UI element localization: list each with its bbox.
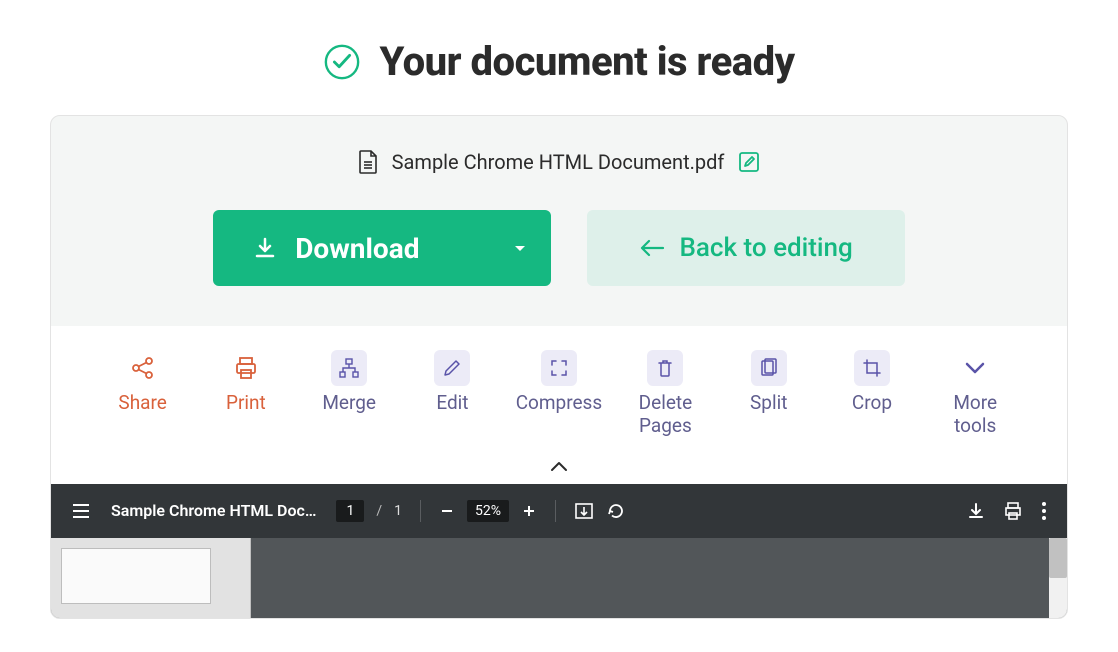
zoom-level[interactable]: 52% [467, 500, 509, 522]
chevron-down-icon [957, 350, 993, 386]
pdf-viewer-body [51, 538, 1067, 618]
page-current-input[interactable]: 1 [336, 500, 364, 522]
page-title: Your document is ready [379, 38, 794, 85]
tool-compress[interactable]: Compress [516, 350, 602, 415]
page-total: 1 [394, 503, 402, 519]
checkmark-circle-icon [323, 43, 361, 81]
tool-print[interactable]: Print [206, 350, 286, 415]
page-thumbnail[interactable] [61, 548, 211, 604]
tool-more[interactable]: More tools [935, 350, 1015, 438]
download-button[interactable]: Download [213, 210, 551, 286]
share-icon [125, 350, 161, 386]
page-separator: / [376, 503, 382, 519]
viewer-download-icon[interactable] [967, 502, 985, 520]
split-icon [751, 350, 787, 386]
tool-edit[interactable]: Edit [412, 350, 492, 415]
menu-icon[interactable] [71, 502, 91, 520]
back-label: Back to editing [679, 233, 852, 263]
scrollbar-thumb[interactable] [1049, 538, 1067, 578]
scrollbar[interactable] [1049, 538, 1067, 618]
tool-share[interactable]: Share [103, 350, 183, 415]
tools-strip: Share Print Merge Edit Compress [51, 326, 1067, 452]
back-to-editing-button[interactable]: Back to editing [587, 210, 904, 286]
print-icon [228, 350, 264, 386]
chevron-up-icon [548, 458, 570, 474]
result-card: Sample Chrome HTML Document.pdf Download… [50, 115, 1068, 619]
arrow-left-icon [639, 237, 665, 259]
compress-icon [541, 350, 577, 386]
thumbnail-panel[interactable] [51, 538, 251, 618]
tool-crop[interactable]: Crop [832, 350, 912, 415]
download-icon [253, 236, 277, 260]
zoom-in-button[interactable] [521, 503, 537, 519]
zoom-out-button[interactable] [439, 503, 455, 519]
viewer-print-icon[interactable] [1003, 501, 1023, 521]
rename-icon[interactable] [738, 151, 760, 173]
fit-page-icon[interactable] [574, 502, 594, 520]
viewer-more-icon[interactable] [1041, 501, 1047, 521]
viewer-doc-title: Sample Chrome HTML Doc… [111, 501, 316, 520]
tool-merge[interactable]: Merge [309, 350, 389, 415]
tool-delete-pages[interactable]: Delete Pages [625, 350, 705, 438]
rotate-icon[interactable] [606, 501, 626, 521]
collapse-toggle[interactable] [51, 452, 1067, 484]
pencil-icon [434, 350, 470, 386]
merge-icon [331, 350, 367, 386]
document-icon [358, 150, 378, 174]
pdf-viewer-toolbar: Sample Chrome HTML Doc… 1 / 1 52% [51, 484, 1067, 538]
download-options-caret[interactable] [489, 241, 551, 255]
file-name: Sample Chrome HTML Document.pdf [392, 150, 725, 174]
trash-icon [647, 350, 683, 386]
tool-split[interactable]: Split [729, 350, 809, 415]
download-label: Download [295, 232, 419, 265]
crop-icon [854, 350, 890, 386]
